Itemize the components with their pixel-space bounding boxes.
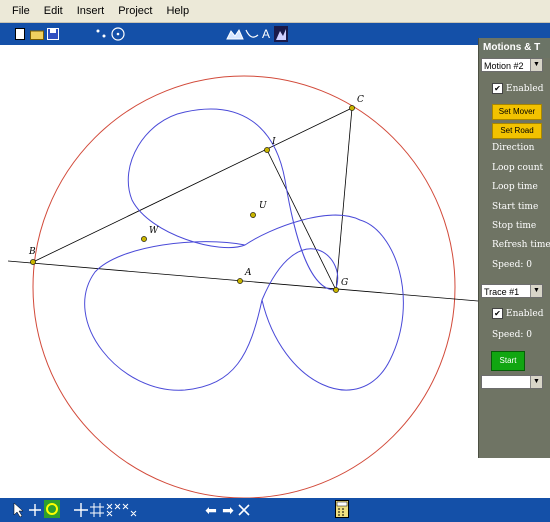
set-road-button[interactable]: Set Road: [492, 123, 542, 139]
save-icon[interactable]: [47, 26, 59, 42]
label-i: I: [271, 137, 276, 147]
set-mover-button[interactable]: Set Mover: [492, 104, 542, 120]
refresh-time-label[interactable]: Refresh time: [492, 240, 550, 250]
delete-icon[interactable]: [237, 502, 251, 518]
new-file-icon[interactable]: [14, 26, 26, 42]
menu-project[interactable]: Project: [111, 5, 159, 17]
menu-bar: File Edit Insert Project Help: [0, 0, 550, 23]
select-arrow-icon[interactable]: [12, 502, 26, 518]
line-bg: [7, 260, 479, 302]
open-folder-icon[interactable]: [30, 26, 44, 42]
trace-curve: [84, 108, 404, 391]
label-c: C: [357, 95, 364, 105]
point-a[interactable]: [237, 278, 243, 284]
grid-icon[interactable]: [90, 502, 104, 518]
enabled-checkbox-1[interactable]: ✔ Enabled: [492, 83, 543, 94]
chevron-down-icon: ▼: [530, 59, 542, 71]
calculator-icon[interactable]: [335, 500, 349, 518]
chevron-down-icon: ▼: [530, 376, 542, 388]
circumcircle: [32, 75, 456, 499]
menu-insert[interactable]: Insert: [70, 5, 112, 17]
segment-cg: [335, 107, 353, 291]
menu-edit[interactable]: Edit: [37, 5, 70, 17]
point-b[interactable]: [30, 259, 36, 265]
grid-icon[interactable]: [106, 502, 138, 518]
motion-select[interactable]: Motion #2 ▼: [481, 58, 543, 72]
rotate-icon[interactable]: [44, 500, 60, 518]
extra-select[interactable]: ▼: [481, 375, 543, 389]
loop-count-label[interactable]: Loop count: [492, 163, 543, 173]
check-icon: ✔: [492, 308, 503, 319]
text-tool-icon[interactable]: A: [260, 26, 272, 42]
chevron-down-icon: ▼: [530, 285, 542, 297]
bottom-toolbar: ⬅ ➡: [0, 498, 550, 522]
segment-bc: [32, 107, 353, 263]
label-b: B: [28, 247, 36, 257]
label-g: G: [341, 278, 348, 288]
speed-label-2: Speed: 0: [492, 330, 532, 340]
label-a: A: [244, 268, 252, 278]
check-icon: ✔: [492, 83, 503, 94]
image-tool-icon[interactable]: [274, 26, 288, 42]
arrow-left-icon[interactable]: ⬅: [204, 502, 218, 518]
point-i[interactable]: [264, 147, 270, 153]
direction-label[interactable]: Direction: [492, 143, 534, 153]
menu-file[interactable]: File: [0, 5, 37, 17]
loop-time-label[interactable]: Loop time: [492, 182, 538, 192]
start-time-label[interactable]: Start time: [492, 202, 538, 212]
pointer-icon[interactable]: [95, 26, 107, 42]
label-u: U: [259, 201, 267, 211]
trace-select[interactable]: Trace #1 ▼: [481, 284, 543, 298]
stop-time-label[interactable]: Stop time: [492, 221, 536, 231]
circle-tool-icon[interactable]: [110, 26, 126, 42]
point-w[interactable]: [141, 236, 147, 242]
point-u[interactable]: [250, 212, 256, 218]
arrow-right-icon[interactable]: ➡: [221, 502, 235, 518]
panel-title: Motions & T: [479, 38, 550, 58]
start-button[interactable]: Start: [491, 351, 525, 371]
point-c[interactable]: [349, 105, 355, 111]
enabled-checkbox-2[interactable]: ✔ Enabled: [492, 308, 543, 319]
curve-tool-icon[interactable]: [245, 26, 259, 42]
top-toolbar: A: [0, 23, 550, 45]
curve-tool-icon[interactable]: [226, 26, 244, 42]
grid-icon[interactable]: [74, 502, 88, 518]
move-icon[interactable]: [28, 502, 42, 518]
geometry-canvas[interactable]: C I U W B A G: [0, 45, 479, 499]
geometry-drawing: C I U W B A G: [7, 75, 479, 499]
point-g[interactable]: [333, 287, 339, 293]
label-w: W: [149, 226, 159, 236]
speed-label-1: Speed: 0: [492, 260, 532, 270]
menu-help[interactable]: Help: [159, 5, 196, 17]
